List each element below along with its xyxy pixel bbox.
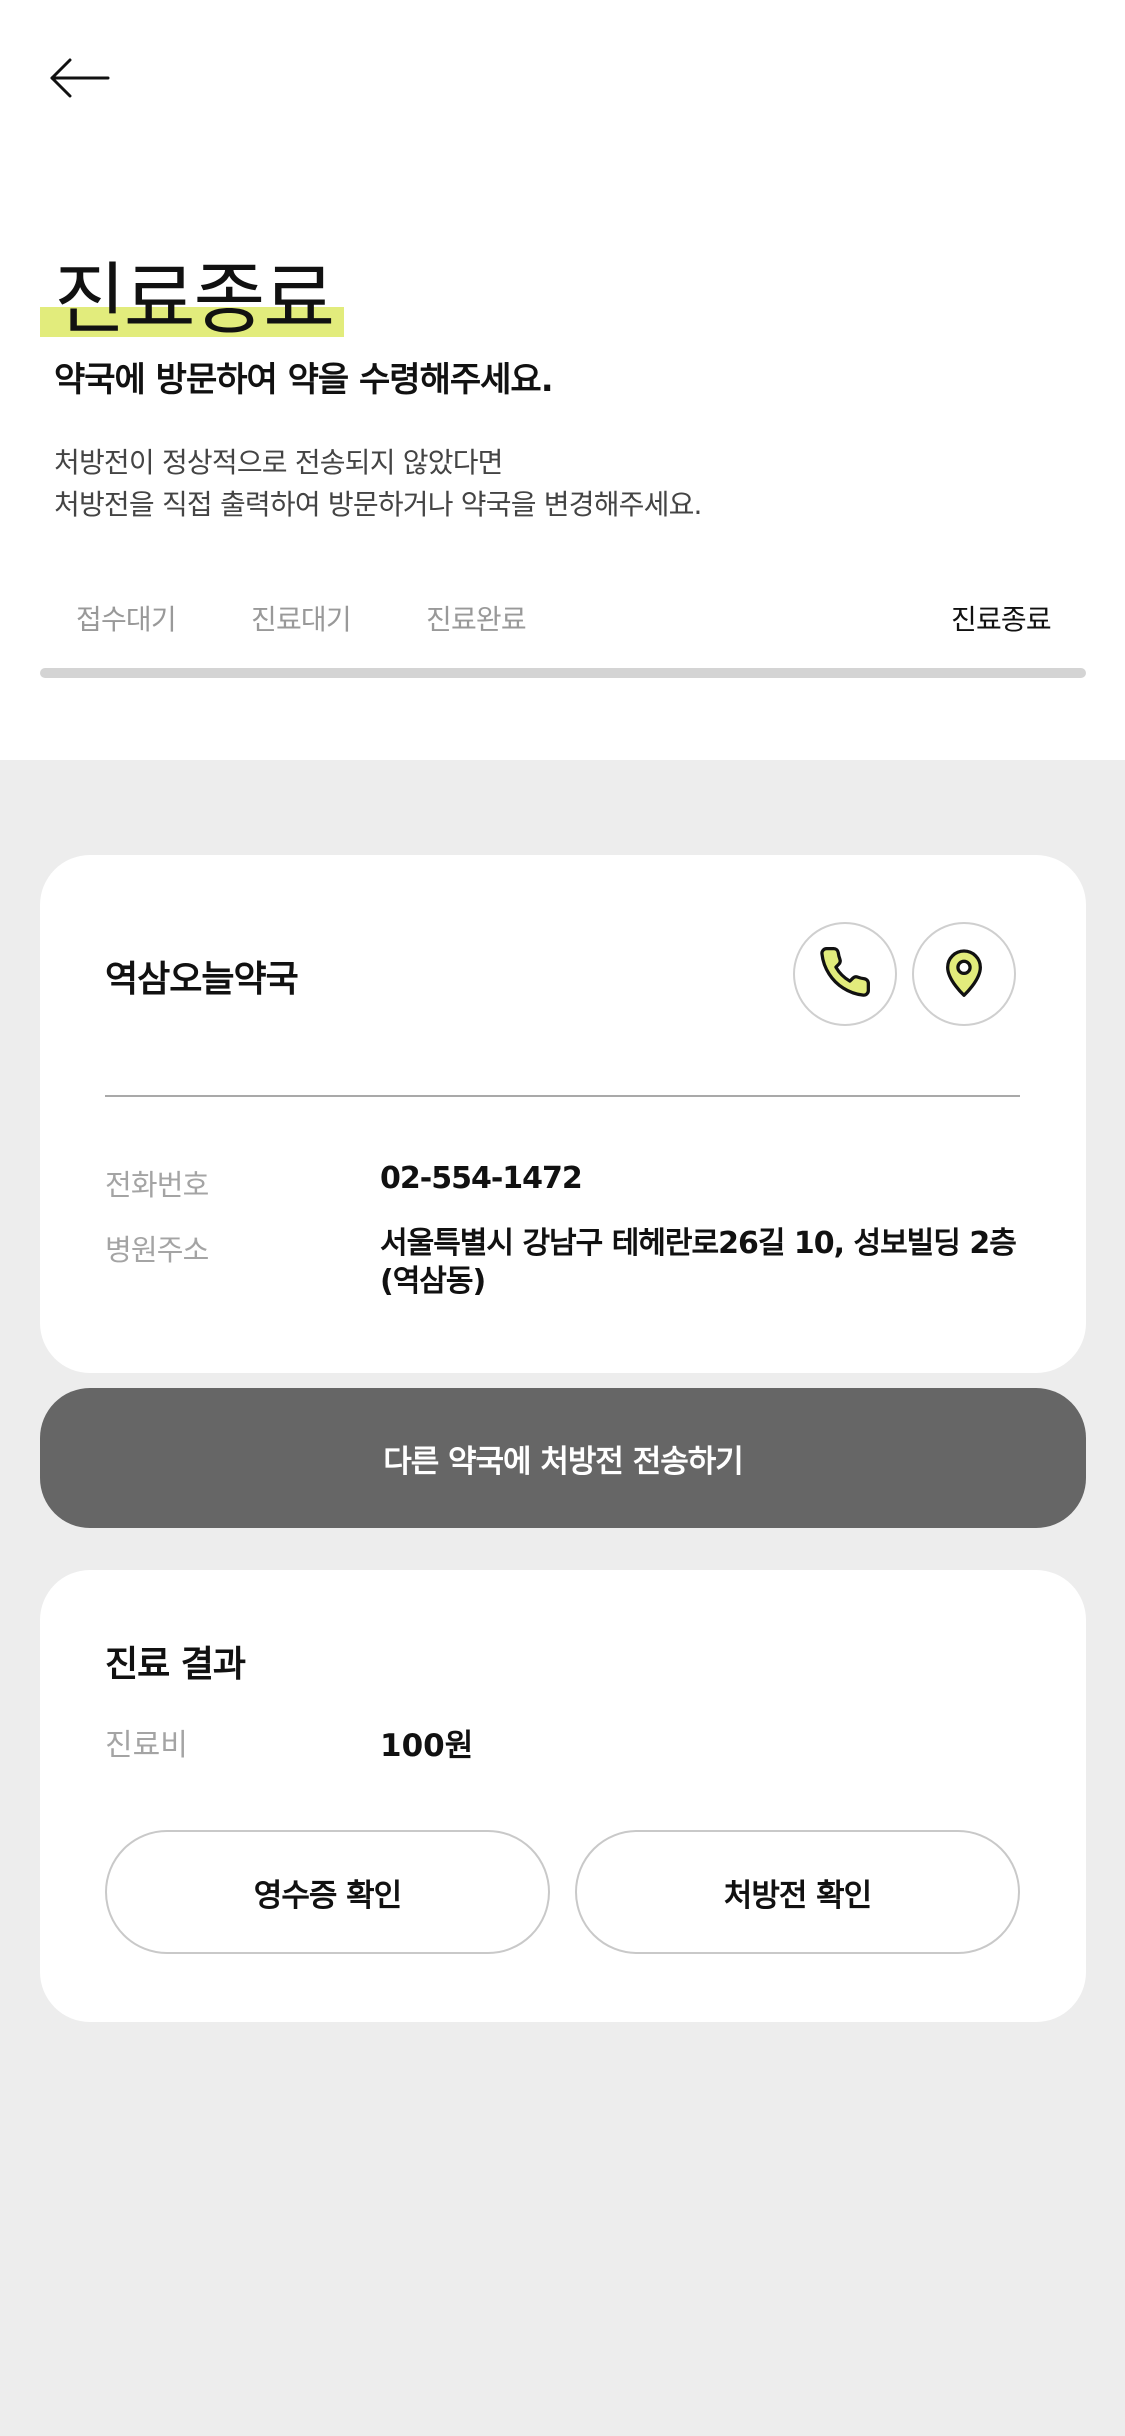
- divider: [105, 1095, 1020, 1097]
- header-section: 진료종료 약국에 방문하여 약을 수령해주세요. 처방전이 정상적으로 전송되지…: [0, 0, 1125, 760]
- fee-value: 100원: [380, 1728, 474, 1764]
- phone-icon: [817, 944, 873, 1004]
- phone-label: 전화번호: [105, 1168, 209, 1202]
- phone-value: 02-554-1472: [380, 1161, 583, 1196]
- pharmacy-card: 역삼오늘약국 전화번호 02-554-1472 병원주소 서울특별시 강남구 테…: [40, 855, 1086, 1373]
- result-card: 진료 결과 진료비 100원 영수증 확인 처방전 확인: [40, 1570, 1086, 2022]
- address-value: 서울특별시 강남구 테헤란로26길 10, 성보빌딩 2층 (역삼동): [380, 1226, 1017, 1299]
- page-title: 진료종료: [54, 255, 335, 345]
- page-description: 처방전이 정상적으로 전송되지 않았다면 처방전을 직접 출력하여 방문하거나 …: [54, 442, 702, 526]
- page-title-wrap: 진료종료: [40, 255, 344, 345]
- page-subtitle: 약국에 방문하여 약을 수령해주세요.: [54, 360, 554, 400]
- back-button[interactable]: [40, 45, 120, 115]
- step-received: 접수대기: [76, 603, 177, 636]
- send-prescription-button[interactable]: 다른 약국에 처방전 전송하기: [40, 1388, 1086, 1528]
- map-pin-icon: [936, 944, 992, 1004]
- fee-label: 진료비: [105, 1728, 188, 1763]
- result-title: 진료 결과: [105, 1644, 246, 1685]
- progress-bar: [40, 668, 1086, 678]
- step-completed: 진료완료: [426, 603, 527, 636]
- description-line: 처방전을 직접 출력하여 방문하거나 약국을 변경해주세요.: [54, 488, 702, 521]
- map-button[interactable]: [912, 922, 1016, 1026]
- step-waiting: 진료대기: [251, 603, 352, 636]
- pharmacy-name: 역삼오늘약국: [105, 959, 299, 1000]
- prescription-button[interactable]: 처방전 확인: [575, 1830, 1020, 1954]
- address-label: 병원주소: [105, 1233, 209, 1267]
- arrow-left-icon: [50, 58, 110, 102]
- status-steps: 접수대기 진료대기 진료완료 진료종료: [0, 598, 1125, 644]
- step-ended: 진료종료: [951, 603, 1052, 636]
- description-line: 처방전이 정상적으로 전송되지 않았다면: [54, 446, 503, 479]
- receipt-button[interactable]: 영수증 확인: [105, 1830, 550, 1954]
- call-button[interactable]: [793, 922, 897, 1026]
